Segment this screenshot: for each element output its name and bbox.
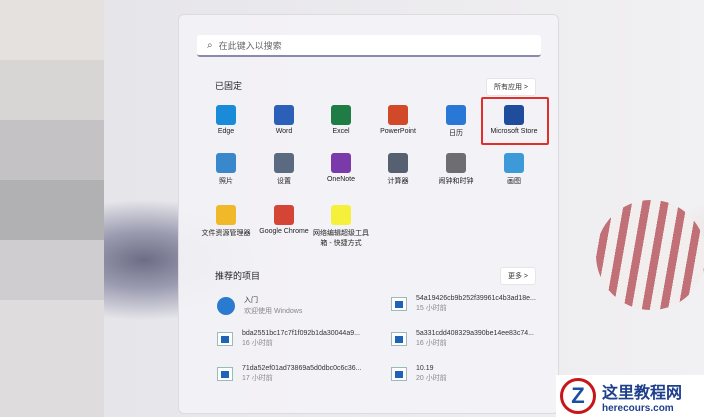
app-icon — [216, 105, 236, 125]
app-label: 画图 — [507, 178, 521, 185]
pinned-app[interactable]: 网络编辑超级工具箱 - 快捷方式 — [312, 205, 370, 248]
pinned-app[interactable]: Word — [255, 105, 313, 135]
pinned-app[interactable]: Edge — [197, 105, 255, 135]
app-label: Word — [275, 128, 293, 135]
app-label: Edge — [217, 128, 235, 135]
item-name: 5a331cdd408329a390be14ee83c74... — [416, 330, 534, 337]
pinned-app[interactable]: 照片 — [197, 153, 255, 186]
pinned-app[interactable]: 闹钟和时钟 — [427, 153, 485, 186]
app-icon — [216, 153, 236, 173]
app-label: 照片 — [219, 178, 233, 185]
item-name: 71da52ef01ad73869a5d0dbc0c6c36... — [242, 365, 362, 372]
app-icon — [274, 153, 294, 173]
pinned-app[interactable]: 计算器 — [369, 153, 427, 186]
highlight-box — [481, 97, 549, 145]
app-label: 日历 — [449, 130, 463, 137]
pinned-app[interactable]: Excel — [312, 105, 370, 135]
app-label: 网络编辑超级工具箱 - 快捷方式 — [313, 230, 369, 247]
wallpaper-fish — [596, 200, 704, 310]
recommended-item[interactable]: bda2551bc17c7f1f092b1da30044a9... 16 小时前 — [217, 330, 377, 348]
all-apps-button[interactable]: 所有应用 > — [485, 78, 536, 96]
app-icon — [388, 153, 408, 173]
app-label: 文件资源管理器 — [201, 230, 251, 237]
app-icon — [388, 105, 408, 125]
item-time: 15 小时前 — [416, 305, 447, 312]
item-time: 16 小时前 — [416, 340, 447, 347]
recommended-item[interactable]: 10.19 20 小时前 — [391, 365, 551, 383]
app-icon — [446, 153, 466, 173]
recommended-item[interactable]: 5a331cdd408329a390be14ee83c74... 16 小时前 — [391, 330, 551, 348]
item-time: 17 小时前 — [242, 375, 273, 382]
app-icon — [274, 105, 294, 125]
app-icon — [331, 205, 351, 225]
blurred-background — [0, 0, 104, 417]
pinned-app[interactable]: 日历 — [427, 105, 485, 138]
app-label: 设置 — [277, 178, 291, 185]
image-file-icon — [217, 332, 233, 346]
app-icon — [446, 105, 466, 125]
recommended-item[interactable]: 71da52ef01ad73869a5d0dbc0c6c36... 17 小时前 — [217, 365, 377, 383]
pinned-title: 已固定 — [215, 81, 243, 91]
item-name: 54a19426cb9b252f39961c4b3ad18e... — [416, 295, 536, 302]
app-label: OneNote — [326, 176, 356, 183]
pinned-app[interactable]: Google Chrome — [255, 205, 313, 235]
pinned-app[interactable]: 画图 — [485, 153, 543, 186]
item-name: 10.19 — [416, 365, 434, 372]
image-file-icon — [391, 332, 407, 346]
image-file-icon — [391, 297, 407, 311]
item-time: 20 小时前 — [416, 375, 447, 382]
app-icon — [216, 205, 236, 225]
search-placeholder: 在此键入以搜索 — [218, 40, 282, 51]
item-time: 欢迎使用 Windows — [244, 308, 303, 315]
get-started-icon — [217, 296, 235, 315]
app-label: Excel — [332, 128, 350, 135]
app-label: PowerPoint — [380, 128, 416, 135]
pinned-app[interactable]: 设置 — [255, 153, 313, 186]
app-icon — [504, 153, 524, 173]
item-time: 16 小时前 — [242, 340, 273, 347]
recommended-title: 推荐的项目 — [215, 271, 261, 281]
app-icon — [331, 105, 351, 125]
app-label: 计算器 — [387, 178, 409, 185]
watermark-logo-icon: Z — [560, 378, 596, 414]
app-icon — [331, 153, 351, 173]
watermark: Z 这里教程网 herecours.com — [556, 375, 704, 417]
image-file-icon — [217, 367, 233, 381]
more-button[interactable]: 更多 > — [499, 267, 536, 285]
start-menu: ⌕ 在此键入以搜索 已固定 所有应用 > Edge Word Excel PowerP… — [178, 14, 559, 414]
app-label: Google Chrome — [259, 228, 309, 235]
watermark-url: herecours.com — [602, 402, 674, 414]
app-label: 闹钟和时钟 — [438, 178, 474, 185]
pinned-app[interactable]: PowerPoint — [369, 105, 427, 135]
item-name: 入门 — [244, 297, 258, 304]
recommended-item[interactable]: 54a19426cb9b252f39961c4b3ad18e... 15 小时前 — [391, 295, 551, 313]
recommended-item[interactable]: 入门欢迎使用 Windows — [217, 295, 377, 316]
pinned-app[interactable]: 文件资源管理器 — [197, 205, 255, 238]
item-name: bda2551bc17c7f1f092b1da30044a9... — [242, 330, 360, 337]
search-icon: ⌕ — [207, 39, 213, 51]
app-icon — [274, 205, 294, 225]
pinned-app[interactable]: OneNote — [312, 153, 370, 183]
watermark-title: 这里教程网 — [602, 384, 683, 402]
image-file-icon — [391, 367, 407, 381]
search-input[interactable]: ⌕ 在此键入以搜索 — [197, 35, 541, 57]
